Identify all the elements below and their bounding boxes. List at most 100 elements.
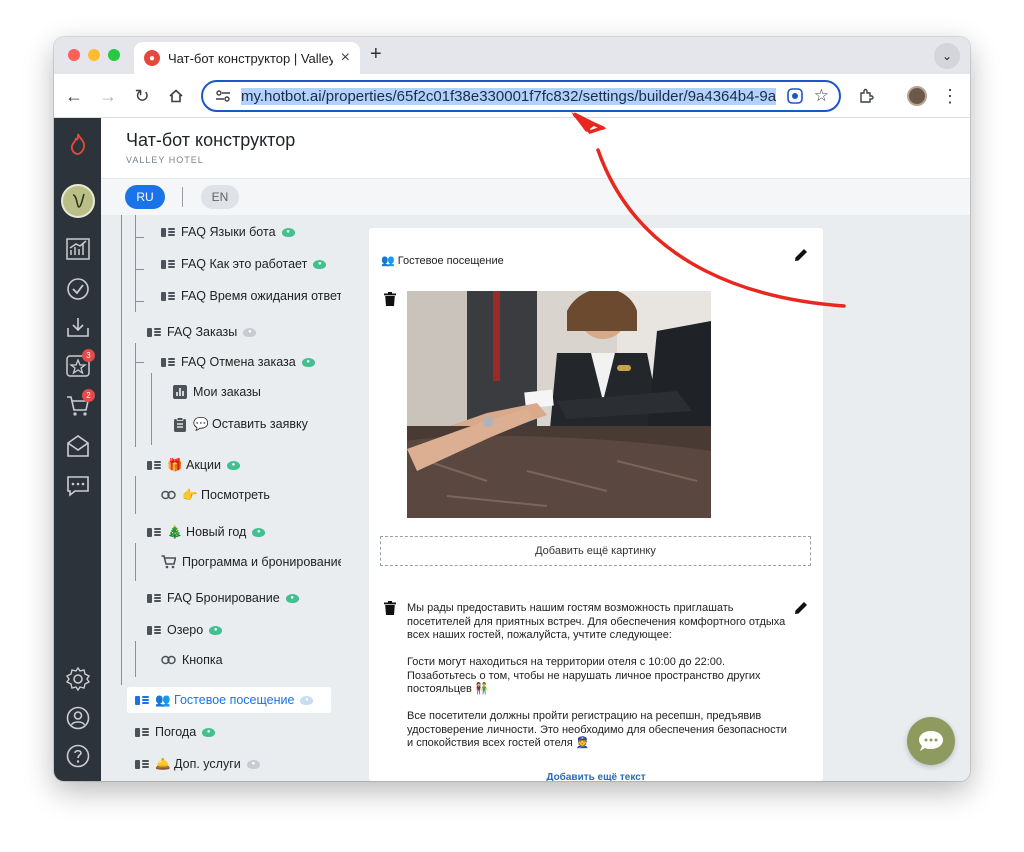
browser-toolbar: ← → ↻ my.hotbot.ai/properties/65f2c01f38… (54, 74, 970, 118)
tree-node[interactable]: FAQ Время ожидания ответа (161, 285, 341, 307)
favorites-count-badge: 3 (82, 349, 95, 362)
active-cloud-icon: ● (281, 227, 295, 237)
shopping-cart-icon[interactable]: 2 (65, 389, 95, 419)
delete-trash-icon[interactable] (384, 292, 396, 311)
message-text[interactable]: Мы рады предоставить нашим гостям возмож… (407, 602, 787, 751)
page-title: Чат-бот конструктор (126, 130, 296, 150)
tree-node[interactable]: 🎁 Акции ● (147, 454, 240, 476)
edit-pencil-icon[interactable] (793, 600, 809, 621)
edit-pencil-icon[interactable] (793, 247, 809, 268)
builder-tree: FAQ Языки бота ● FAQ Как это работает ● … (101, 215, 341, 781)
tree-node[interactable]: 💬 Оставить заявку (173, 413, 308, 435)
hotbot-logo-flame-icon[interactable] (65, 131, 91, 157)
chat-bubble-icon[interactable] (65, 473, 91, 499)
tree-node[interactable]: Озеро ● (147, 619, 223, 641)
tree-node[interactable]: Программа и бронирование ме (161, 551, 341, 573)
delete-trash-icon[interactable] (384, 601, 396, 620)
bar-chart-icon (173, 385, 187, 399)
help-question-icon[interactable] (65, 743, 91, 769)
cart-icon (161, 555, 176, 569)
hotbot-favicon-icon: ● (144, 50, 160, 66)
back-arrow-icon[interactable]: ← (62, 84, 86, 108)
guest-visit-photo[interactable] (407, 291, 711, 518)
reload-icon[interactable]: ↻ (130, 84, 154, 108)
block-icon (161, 259, 175, 269)
browser-menu-kebab-icon[interactable]: ⋮ (938, 84, 962, 108)
add-image-button[interactable]: Добавить ещё картинку (380, 536, 811, 566)
inbox-download-icon[interactable] (65, 314, 91, 340)
zoom-window-button[interactable] (108, 49, 120, 61)
active-cloud-icon: ● (252, 527, 266, 537)
block-icon (147, 327, 161, 337)
link-icon (161, 490, 176, 500)
analytics-chart-icon[interactable] (65, 236, 91, 262)
new-tab-button[interactable]: + (370, 43, 382, 66)
tab-strip: ● Чат-бот конструктор | Valley × + ⌄ (54, 37, 970, 74)
tab-search-chevron-icon[interactable]: ⌄ (934, 43, 960, 69)
tree-node[interactable]: FAQ Языки бота ● (161, 221, 295, 243)
address-bar[interactable]: my.hotbot.ai/properties/65f2c01f38e33000… (201, 80, 841, 112)
inactive-cloud-icon: ● (300, 695, 314, 705)
block-icon (147, 460, 161, 470)
tree-node[interactable]: FAQ Отмена заказа ● (161, 351, 315, 373)
block-icon (161, 357, 175, 367)
settings-gear-icon[interactable] (65, 666, 91, 692)
tab-close-icon[interactable]: × (341, 49, 350, 67)
app-page: 3 2 Чат-бот конструктор VALLEY HOTEL RU … (54, 118, 970, 781)
profile-avatar[interactable] (907, 86, 927, 106)
inactive-cloud-icon: ● (243, 327, 257, 337)
active-cloud-icon: ● (301, 357, 315, 367)
lang-ru-button[interactable]: RU (125, 185, 165, 209)
mail-open-icon[interactable] (65, 433, 91, 459)
tree-node[interactable]: Погода ● (135, 721, 216, 743)
block-icon (135, 759, 149, 769)
tree-node[interactable]: FAQ Бронирование ● (147, 587, 299, 609)
tree-node[interactable]: Мои заказы (173, 381, 261, 403)
active-cloud-icon: ● (285, 593, 299, 603)
tree-node[interactable]: 🎄 Новый год ● (147, 521, 266, 543)
site-settings-icon[interactable] (215, 89, 231, 103)
property-name: VALLEY HOTEL (126, 155, 204, 165)
block-icon (161, 227, 175, 237)
tree-node-selected[interactable]: 👥 Гостевое посещение ● (135, 689, 314, 711)
block-icon (147, 527, 161, 537)
active-cloud-icon: ● (226, 460, 240, 470)
tasks-check-icon[interactable] (65, 276, 91, 302)
google-lens-icon[interactable] (786, 87, 804, 105)
block-icon (135, 695, 149, 705)
minimize-window-button[interactable] (88, 49, 100, 61)
support-chat-button[interactable] (907, 717, 955, 765)
block-icon (147, 593, 161, 603)
lang-en-button[interactable]: EN (201, 185, 239, 209)
extensions-puzzle-icon[interactable] (854, 84, 878, 108)
property-avatar-icon[interactable] (61, 184, 95, 218)
account-user-icon[interactable] (65, 705, 91, 731)
browser-window: ● Чат-бот конструктор | Valley × + ⌄ ← →… (54, 37, 970, 781)
tree-node[interactable]: FAQ Как это работает ● (161, 253, 327, 275)
tree-node[interactable]: FAQ Заказы ● (147, 321, 257, 343)
app-sidebar: 3 2 (54, 118, 101, 781)
favorites-star-icon[interactable]: 3 (65, 349, 95, 379)
tree-node[interactable]: 🛎️ Доп. услуги ● (135, 753, 260, 775)
inactive-cloud-icon: ● (246, 759, 260, 769)
card-title: 👥 Гостевое посещение (381, 255, 504, 267)
add-text-button[interactable]: Добавить ещё текст (369, 772, 823, 781)
close-window-button[interactable] (68, 49, 80, 61)
tree-node[interactable]: 👉 Посмотреть (161, 484, 270, 506)
content-card: 👥 Гостевое посещение Добавить ещё картин… (369, 228, 823, 781)
tab-title: Чат-бот конструктор | Valley (168, 50, 333, 66)
block-icon (135, 727, 149, 737)
url-text[interactable]: my.hotbot.ai/properties/65f2c01f38e33000… (241, 87, 776, 105)
block-icon (147, 625, 161, 635)
forward-arrow-icon[interactable]: → (96, 84, 120, 108)
browser-tab[interactable]: ● Чат-бот конструктор | Valley × (134, 42, 360, 74)
active-cloud-icon: ● (209, 625, 223, 635)
language-switcher: RU EN (101, 179, 970, 215)
block-icon (161, 291, 175, 301)
active-cloud-icon: ● (202, 727, 216, 737)
tree-node[interactable]: Кнопка (161, 649, 223, 671)
home-icon[interactable] (164, 84, 188, 108)
bookmark-star-icon[interactable]: ☆ (814, 86, 829, 106)
active-cloud-icon: ● (313, 259, 327, 269)
page-header: Чат-бот конструктор VALLEY HOTEL (101, 118, 970, 179)
